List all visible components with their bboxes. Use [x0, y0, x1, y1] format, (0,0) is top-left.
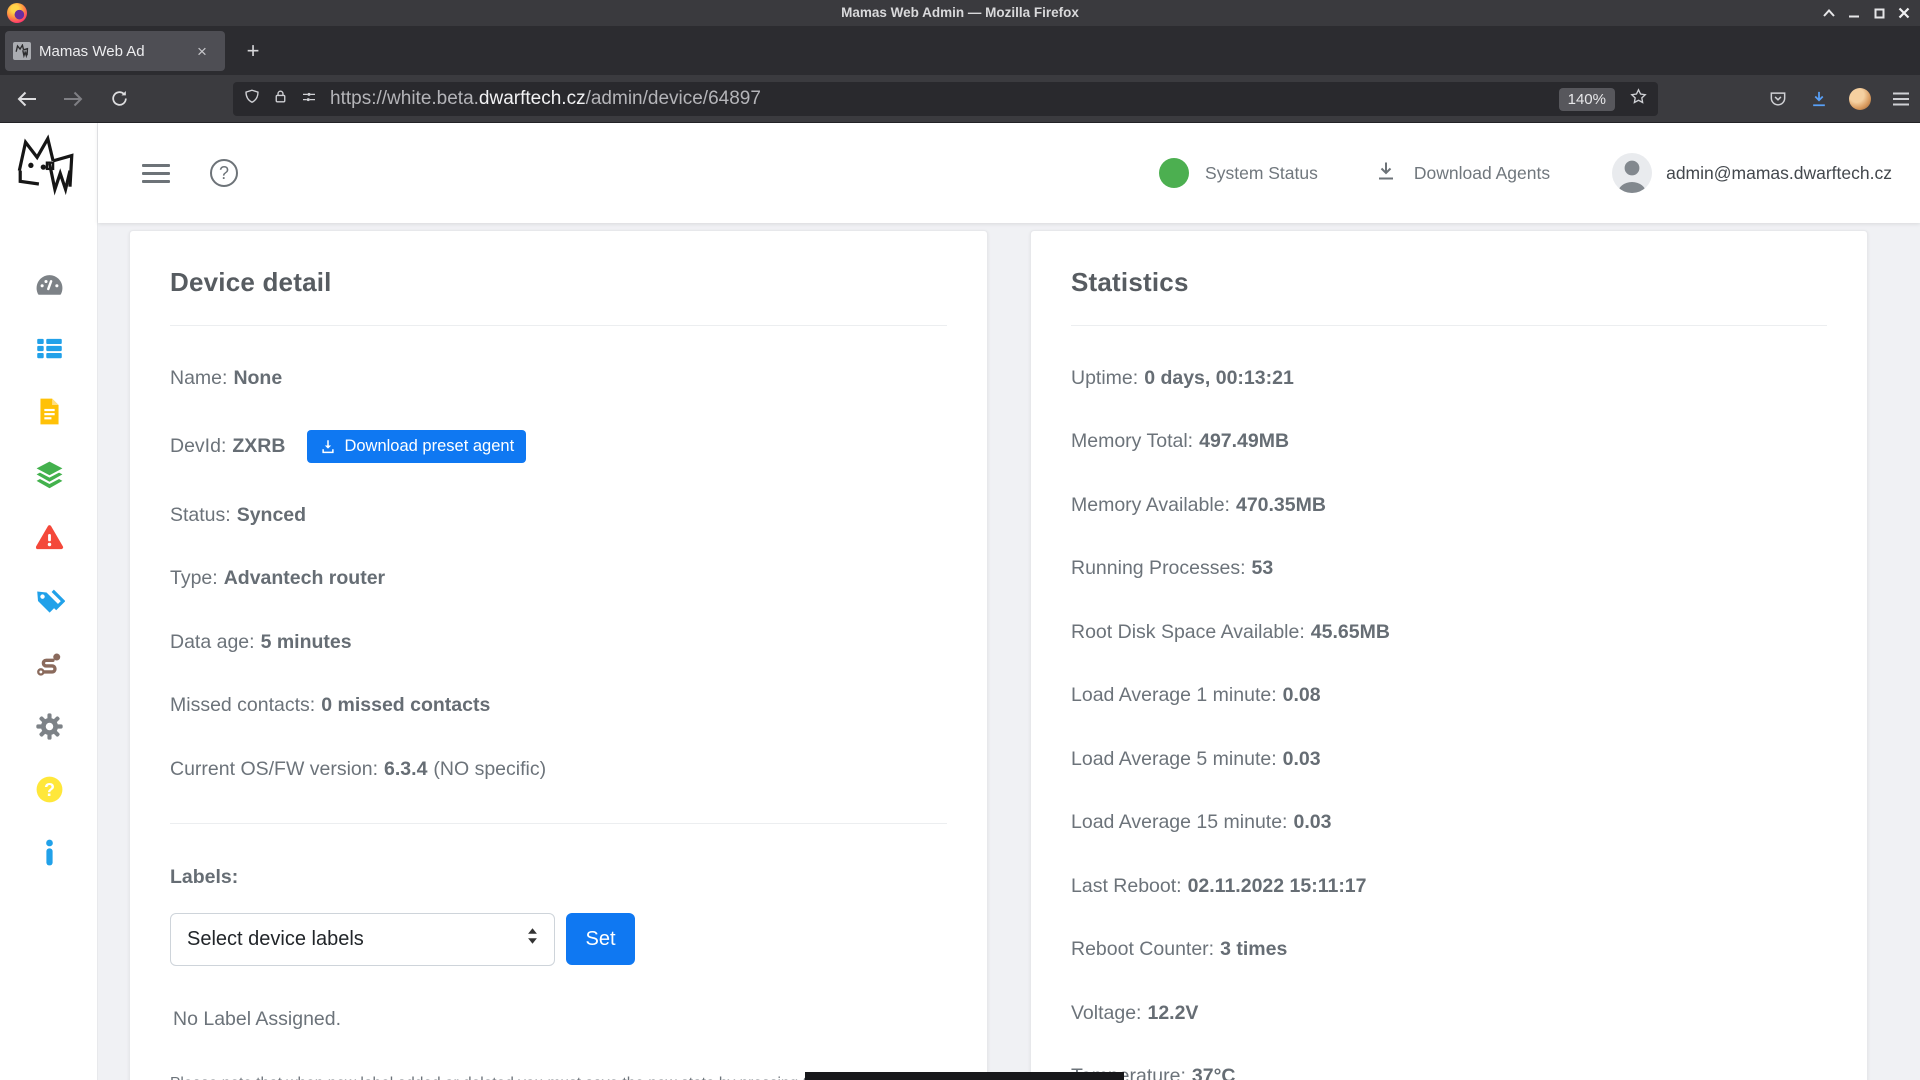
stat-row-load-1: Load Average 1 minute:0.08: [1071, 684, 1827, 707]
page-content: Device detail Name: None DevId: ZXRB Dow…: [98, 223, 1920, 1080]
sidebar-item-alerts[interactable]: [0, 506, 98, 569]
sidebar-item-settings[interactable]: [0, 695, 98, 758]
stat-row-memory-available: Memory Available:470.35MB: [1071, 494, 1827, 517]
help-circle-icon: ?: [34, 774, 65, 805]
stat-row-load-15: Load Average 15 minute:0.03: [1071, 811, 1827, 834]
document-icon: [34, 396, 65, 427]
header-help-icon[interactable]: ?: [210, 159, 238, 187]
statistics-title: Statistics: [1071, 267, 1827, 298]
device-detail-title: Device detail: [170, 267, 947, 298]
warning-triangle-icon: [34, 522, 65, 553]
device-detail-card: Device detail Name: None DevId: ZXRB Dow…: [129, 230, 988, 1080]
detail-row-missed-contacts: Missed contacts: 0 missed contacts: [170, 694, 947, 717]
stat-row-running-processes: Running Processes:53: [1071, 557, 1827, 580]
sidebar-item-routes[interactable]: [0, 632, 98, 695]
select-arrows-icon: [527, 927, 538, 951]
download-icon: [319, 438, 337, 456]
detail-row-status: Status: Synced: [170, 504, 947, 527]
tags-icon: [34, 585, 65, 616]
zoom-level-indicator[interactable]: 140%: [1559, 88, 1615, 111]
tab-close-icon[interactable]: ×: [197, 43, 207, 60]
app-header: ? System Status Download Agents admin@ma…: [98, 123, 1920, 223]
divider: [1071, 325, 1827, 326]
download-preset-agent-button[interactable]: Download preset agent: [307, 430, 526, 463]
detail-row-data-age: Data age: 5 minutes: [170, 631, 947, 654]
new-tab-button[interactable]: +: [238, 36, 268, 66]
sidebar-item-info[interactable]: [0, 821, 98, 884]
gear-icon: [34, 711, 65, 742]
tracking-shield-icon[interactable]: [243, 87, 261, 112]
divider: [170, 325, 947, 326]
detail-row-type: Type: Advantech router: [170, 567, 947, 590]
downloads-icon[interactable]: [1806, 86, 1832, 112]
reload-icon[interactable]: [106, 86, 132, 112]
sidebar-item-documents[interactable]: [0, 380, 98, 443]
sidebar-item-dashboard[interactable]: [0, 254, 98, 317]
url-text[interactable]: https://white.beta.dwarftech.cz/admin/de…: [330, 88, 761, 110]
sidebar: ?: [0, 123, 98, 1080]
device-labels-select[interactable]: Select device labels: [170, 913, 555, 966]
bookmark-star-icon[interactable]: [1629, 87, 1648, 111]
stat-row-load-5: Load Average 5 minute:0.03: [1071, 748, 1827, 771]
info-icon: [34, 837, 65, 868]
detail-row-os-version: Current OS/FW version: 6.3.4 (NO specifi…: [170, 758, 947, 781]
download-agents-icon[interactable]: [1374, 159, 1398, 188]
lock-icon[interactable]: [272, 87, 289, 111]
tab-title: Mamas Web Ad: [39, 43, 195, 60]
pin-on-top-icon[interactable]: [1821, 5, 1837, 21]
mamas-logo[interactable]: [14, 129, 78, 207]
layers-icon: [34, 459, 65, 490]
dashboard-gauge-icon: [34, 270, 65, 301]
detail-row-devid: DevId: ZXRB Download preset agent: [170, 430, 947, 463]
bottom-cutoff-element: [805, 1072, 1124, 1080]
sidebar-item-labels[interactable]: [0, 569, 98, 632]
close-window-icon[interactable]: [1896, 5, 1912, 21]
device-list-icon: [34, 333, 65, 364]
labels-heading: Labels:: [170, 866, 947, 889]
pocket-icon[interactable]: [1765, 86, 1791, 112]
tab-strip: Mamas Web Ad × +: [0, 26, 1920, 75]
download-agents-label[interactable]: Download Agents: [1414, 163, 1550, 184]
permissions-icon[interactable]: [300, 88, 318, 111]
system-status-label[interactable]: System Status: [1205, 163, 1318, 184]
tab-favicon-icon: [13, 42, 31, 60]
stat-row-reboot-counter: Reboot Counter:3 times: [1071, 938, 1827, 961]
navigation-toolbar: https://white.beta.dwarftech.cz/admin/de…: [0, 75, 1920, 123]
app-menu-icon[interactable]: [1888, 86, 1914, 112]
firefox-account-avatar[interactable]: [1847, 86, 1873, 112]
detail-row-name: Name: None: [170, 367, 947, 390]
route-icon: [34, 648, 65, 679]
forward-icon[interactable]: [60, 86, 86, 112]
sidebar-item-devices[interactable]: [0, 317, 98, 380]
no-label-text: No Label Assigned.: [170, 1008, 947, 1031]
minimize-icon[interactable]: [1846, 5, 1862, 21]
stat-row-last-reboot: Last Reboot:02.11.2022 15:11:17: [1071, 875, 1827, 898]
stat-row-memory-total: Memory Total:497.49MB: [1071, 430, 1827, 453]
browser-titlebar: Mamas Web Admin — Mozilla Firefox: [0, 0, 1920, 26]
back-icon[interactable]: [14, 86, 40, 112]
url-bar[interactable]: https://white.beta.dwarftech.cz/admin/de…: [233, 82, 1658, 116]
system-status-indicator[interactable]: [1159, 158, 1189, 188]
statistics-card: Statistics Uptime:0 days, 00:13:21 Memor…: [1030, 230, 1868, 1080]
maximize-icon[interactable]: [1871, 5, 1887, 21]
sidebar-item-groups[interactable]: [0, 443, 98, 506]
stat-row-voltage: Voltage:12.2V: [1071, 1002, 1827, 1025]
sidebar-item-help[interactable]: ?: [0, 758, 98, 821]
stat-row-uptime: Uptime:0 days, 00:13:21: [1071, 367, 1827, 390]
window-title: Mamas Web Admin — Mozilla Firefox: [0, 0, 1920, 26]
stat-row-temperature: Temperature:37°C: [1071, 1065, 1827, 1080]
browser-tab[interactable]: Mamas Web Ad ×: [5, 31, 225, 71]
set-labels-button[interactable]: Set: [566, 913, 635, 965]
svg-text:?: ?: [43, 780, 54, 800]
sidebar-toggle-icon[interactable]: [142, 164, 170, 183]
stat-row-root-disk: Root Disk Space Available:45.65MB: [1071, 621, 1827, 644]
user-avatar[interactable]: [1612, 153, 1652, 193]
user-email[interactable]: admin@mamas.dwarftech.cz: [1666, 163, 1892, 184]
divider: [170, 823, 947, 824]
